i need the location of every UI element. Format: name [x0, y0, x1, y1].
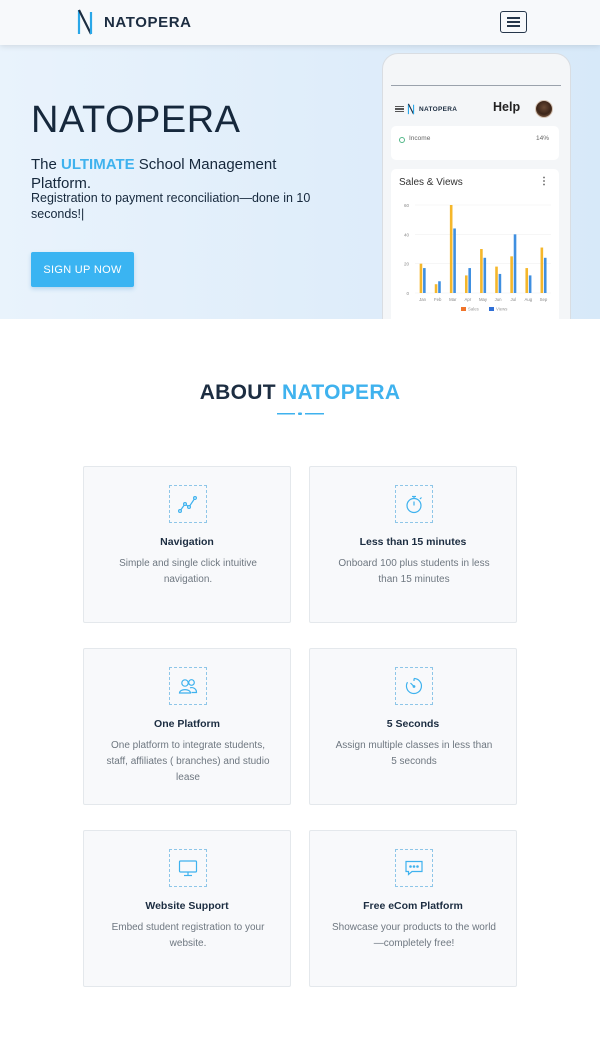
chart-bar-sales [464, 275, 468, 293]
phone-logo-icon [407, 103, 415, 115]
feature-description: Simple and single click intuitive naviga… [119, 558, 257, 585]
phone-chart-card: Sales & Views ⋮ 0 20 40 60 Jan Feb Mar Apr May Ju… [391, 169, 559, 319]
feature-card-website-support: Website Support Embed student registrati… [83, 830, 291, 987]
feature-description: Onboard 100 plus students in less than 1… [338, 558, 490, 585]
phone-app-header: NATOPERA Help [395, 97, 555, 121]
chart-bar-sales [525, 268, 529, 293]
chart-bar-views [543, 257, 547, 293]
chart-bar-sales [540, 247, 544, 293]
chart-ytick-label: 60 [404, 203, 410, 208]
feature-card-one-platform: One Platform One platform to integrate s… [83, 648, 291, 805]
feature-title: 5 Seconds [386, 718, 440, 730]
hero-subtitle: Registration to payment reconciliation—d… [31, 191, 311, 221]
natopera-logo-icon [77, 9, 93, 35]
chart-title: Sales & Views [399, 177, 463, 188]
about-underline [277, 412, 324, 415]
chart-bar-sales [510, 256, 513, 293]
chart-legend-label: Sales [468, 307, 479, 312]
income-value: 14% [535, 135, 549, 142]
chart-bar-views [528, 275, 532, 293]
chart-bar-views [453, 228, 456, 293]
hero-tagline-highlight: ULTIMATE [61, 156, 135, 173]
chart-ytick-label: 40 [404, 232, 410, 237]
chart-bar-views [483, 257, 487, 293]
chart-bar-views [438, 281, 441, 293]
hero-tagline-pre: The [31, 156, 62, 173]
feature-card-free-ecom: Free eCom Platform Showcase your product… [309, 830, 517, 987]
phone-menu-icon [395, 105, 404, 113]
chart-ytick-label: 20 [404, 262, 410, 267]
chart-bar-sales [419, 263, 423, 293]
chart-xtick-label: May [479, 297, 488, 302]
feature-description: Showcase your products to the world —com… [332, 922, 496, 949]
chart-line-icon [169, 485, 207, 523]
chart-bar-views [468, 268, 471, 293]
chart-xtick-label: Apr [465, 297, 472, 302]
chart-bar-sales [495, 266, 498, 293]
phone-divider [391, 85, 561, 86]
more-options-icon[interactable]: ⋮ [539, 176, 549, 187]
chart-xtick-label: Aug [525, 297, 533, 302]
brand-link[interactable]: NATOPERA [76, 7, 192, 37]
feature-title: One Platform [154, 718, 220, 730]
stopwatch-icon [395, 485, 433, 523]
chart-legend-swatch [489, 307, 494, 311]
income-label: Income [409, 135, 431, 142]
feature-card-five-seconds: 5 Seconds Assign multiple classes in les… [309, 648, 517, 805]
chart-bar-sales [480, 249, 483, 293]
chart-bar-views [498, 273, 502, 293]
phone-income-card: Income 14% [391, 126, 559, 160]
chart-xtick-label: Jun [495, 297, 503, 302]
income-dot-icon [399, 137, 405, 143]
feature-description: Embed student registration to your websi… [111, 922, 265, 949]
chart-legend-label: Views [496, 307, 507, 312]
hamburger-icon [507, 17, 520, 27]
feature-title: Navigation [160, 536, 214, 548]
chart-xtick-label: Jul [510, 297, 516, 302]
chart-bar-sales [434, 284, 438, 293]
users-icon [169, 667, 207, 705]
phone-help: Help [493, 100, 521, 114]
feature-title: Less than 15 minutes [359, 536, 467, 548]
sales-views-chart: 0 20 40 60 Jan Feb Mar Apr May Jun Jul Aug Sep Sales V… [404, 203, 551, 312]
avatar [535, 100, 553, 118]
about-title-highlight: NATOPERA [281, 381, 401, 404]
hero-section: NATOPERA The ULTIMATE School Management … [0, 45, 600, 319]
chart-legend-swatch [461, 307, 466, 311]
chart-xtick-label: Jan [419, 297, 427, 302]
hero-tagline: The ULTIMATE School Management Platform. [31, 155, 331, 193]
chart-xtick-label: Feb [434, 297, 442, 302]
brand-name: NATOPERA [104, 13, 192, 31]
feature-title: Website Support [145, 900, 229, 912]
monitor-icon [169, 849, 207, 887]
phone-mockup: NATOPERA Help Income 14% Sales & Views ⋮… [382, 53, 571, 319]
feature-description: Assign multiple classes in less than 5 s… [335, 740, 493, 767]
sign-up-button[interactable]: SIGN UP NOW [31, 252, 134, 287]
navbar: NATOPERA [0, 0, 600, 45]
chart-xtick-label: Mar [449, 297, 457, 302]
chart-bar-views [423, 268, 426, 293]
feature-description: One platform to integrate students, staf… [106, 740, 270, 783]
timer-icon [395, 667, 433, 705]
feature-title: Free eCom Platform [363, 900, 463, 912]
chat-icon [395, 849, 433, 887]
feature-card-fifteen-minutes: Less than 15 minutes Onboard 100 plus st… [309, 466, 517, 623]
feature-card-navigation: Navigation Simple and single click intui… [83, 466, 291, 623]
menu-toggle-button[interactable] [500, 11, 527, 33]
about-title-pre: ABOUT [199, 381, 282, 404]
chart-bar-sales [449, 205, 453, 293]
chart-bar-views [513, 234, 517, 293]
about-title: ABOUT NATOPERA [0, 381, 600, 405]
phone-brand: NATOPERA [419, 105, 458, 113]
chart-xtick-label: Sep [540, 297, 548, 302]
hero-title: NATOPERA [31, 99, 241, 141]
chart-ytick-label: 0 [406, 291, 409, 296]
